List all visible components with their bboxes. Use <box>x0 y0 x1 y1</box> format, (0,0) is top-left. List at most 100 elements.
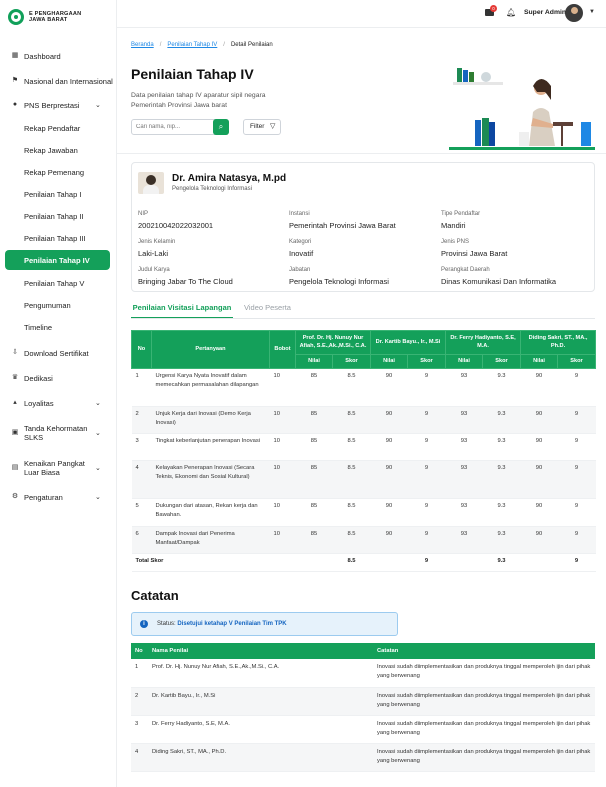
breadcrumb-separator: / <box>159 42 162 48</box>
section-divider <box>117 153 606 154</box>
notification-badge: 0 <box>490 5 497 12</box>
sidebar-item-rekap-pemenang[interactable]: Rekap Pemenang <box>0 162 117 182</box>
caret-down-icon[interactable]: ▼ <box>589 9 595 15</box>
page-title: Penilaian Tahap IV <box>131 66 254 82</box>
total-row: Total Skor 8.5 9 9.3 9 <box>131 553 596 572</box>
sidebar-item-kenaikan-pangkat[interactable]: ▤ Kenaikan Pangkat Luar Biasa ⌄ <box>0 453 117 483</box>
tab-visitasi[interactable]: Penilaian Visitasi Lapangan <box>131 303 233 319</box>
sidebar-item-nasional[interactable]: ⚑ Nasional dan Internasional <box>0 71 117 91</box>
search-button[interactable]: ⌕ <box>213 119 229 135</box>
table-row: 2 Dr. Kartib Bayu., Ir., M.Si Inovasi su… <box>131 687 595 716</box>
sidebar-item-penilaian-tahap-2[interactable]: Penilaian Tahap II <box>0 206 117 226</box>
col-nilai: Nilai <box>445 354 483 369</box>
col-nilai: Nilai <box>295 354 333 369</box>
col-skor: Skor <box>332 354 371 369</box>
col-skor: Skor <box>557 354 596 369</box>
sidebar: E PENGHARGAAN JAWA BARAT ▦ Dashboard ⚑ N… <box>0 0 117 787</box>
logo-icon <box>8 9 24 25</box>
badge-icon: ▣ <box>11 429 19 436</box>
chevron-down-icon: ⌄ <box>95 494 101 501</box>
dashboard-icon: ▦ <box>11 52 19 59</box>
page-description: Data penilaian tahap IV aparatur sipil n… <box>131 92 266 109</box>
col-question: Pertanyaan <box>151 330 270 369</box>
sidebar-item-timeline[interactable]: Timeline <box>0 317 117 337</box>
table-row: 5 Dukungan dari atasan, Rekan kerja dan … <box>131 498 596 527</box>
table-row: 2 Unjuk Kerja dari Inovasi (Demo Kerja I… <box>131 406 596 434</box>
col-skor: Skor <box>407 354 446 369</box>
sidebar-item-tanda-kehormatan[interactable]: ▣ Tanda Kehormatan SLKS ⌄ <box>0 418 117 448</box>
field-kategori: Kategori Inovatif <box>289 239 314 258</box>
sidebar-item-dedikasi[interactable]: ♛ Dedikasi <box>0 368 117 388</box>
field-jenis-pns: Jenis PNS Provinsi Jawa Barat <box>441 239 508 258</box>
breadcrumb: Beranda / Penilaian Tahap IV / Detail Penila… <box>131 42 273 48</box>
search-icon: ⌕ <box>218 122 224 131</box>
col-nilai: Nilai <box>370 354 408 369</box>
table-row: 6 Dampak Inovasi dari Penerima Manfaat/D… <box>131 526 596 554</box>
info-icon: i <box>140 620 148 628</box>
logo-line-2: JAWA BARAT <box>29 17 68 23</box>
settings-icon: ⚙ <box>11 493 19 500</box>
col-weight: Bobot <box>269 330 296 369</box>
sidebar-item-loyalitas[interactable]: ▴ Loyalitas ⌄ <box>0 393 117 413</box>
notes-table: No Nama Penilai Catatan 1 Prof. Dr. Hj. … <box>131 643 595 772</box>
sidebar-item-download-sertifikat[interactable]: ⇩ Download Sertifikat <box>0 343 117 363</box>
avatar[interactable] <box>565 4 583 22</box>
user-name[interactable]: Super Admin <box>524 9 566 16</box>
breadcrumb-separator: / <box>223 42 225 48</box>
chevron-down-icon: ⌄ <box>95 430 101 437</box>
field-perangkat-daerah: Perangkat Daerah Dinas Komunikasi Dan In… <box>441 267 557 286</box>
col-no: No <box>131 330 152 369</box>
sidebar-item-rekap-jawaban[interactable]: Rekap Jawaban <box>0 140 117 160</box>
tab-bar: Penilaian Visitasi Lapangan Video Pesert… <box>131 303 595 319</box>
profile-role: Pengelola Teknologi Informasi <box>172 186 252 192</box>
status-label: Status: <box>157 621 176 627</box>
crown-icon: ♛ <box>11 374 19 381</box>
profile-photo <box>138 172 164 194</box>
col-name: Nama Penilai <box>148 643 373 659</box>
notes-title: Catatan <box>131 588 179 603</box>
status-alert: i Status: Disetujui ketahap V Penilaian … <box>131 612 398 636</box>
filter-button[interactable]: Filter ▽ <box>243 119 281 135</box>
table-row: 3 Tingkat keberlanjutan penerapan Inovas… <box>131 433 596 461</box>
col-judge-4: Diding Sakri, ST., MA., Ph.D. <box>520 330 596 355</box>
app-logo[interactable]: E PENGHARGAAN JAWA BARAT <box>8 9 81 25</box>
topbar: 0 🔔︎ Super Admin ▼ <box>117 0 606 28</box>
col-judge-2: Dr. Kartib Bayu., Ir., M.Si <box>370 330 446 355</box>
score-table: No Pertanyaan Bobot Prof. Dr. Hj. Nunuy … <box>131 330 596 572</box>
tab-underline <box>131 318 595 319</box>
table-row: 1 Prof. Dr. Hj. Nunuy Nur Afiah, S.E.,Ak… <box>131 659 595 688</box>
sidebar-item-penilaian-tahap-5[interactable]: Penilaian Tahap V <box>0 273 117 293</box>
sidebar-item-penilaian-tahap-3[interactable]: Penilaian Tahap III <box>0 228 117 248</box>
sidebar-item-penilaian-tahap-1[interactable]: Penilaian Tahap I <box>0 184 117 204</box>
rank-icon: ▤ <box>11 464 19 471</box>
sidebar-item-penilaian-tahap-4[interactable]: Penilaian Tahap IV <box>5 250 110 270</box>
tab-video[interactable]: Video Peserta <box>244 303 291 319</box>
sidebar-item-pengumuman[interactable]: Pengumuman <box>0 295 117 315</box>
filter-icon: ▽ <box>270 123 276 130</box>
profile-name: Dr. Amira Natasya, M.pd <box>172 173 287 184</box>
chart-icon: ▴ <box>13 399 17 406</box>
download-icon: ⇩ <box>12 349 18 356</box>
field-jabatan: Jabatan Pengelola Teknologi Informasi <box>289 267 389 286</box>
breadcrumb-parent[interactable]: Penilaian Tahap IV <box>167 42 217 48</box>
profile-card: Dr. Amira Natasya, M.pd Pengelola Teknol… <box>131 162 595 292</box>
field-tipe-pendaftar: Tipe Pendaftar Mandiri <box>441 211 481 230</box>
sidebar-item-dashboard[interactable]: ▦ Dashboard <box>0 46 117 66</box>
field-judul-karya: Judul Karya Bringing Jabar To The Cloud <box>138 267 233 286</box>
search-input[interactable] <box>136 122 211 132</box>
sidebar-item-rekap-pendaftar[interactable]: Rekap Pendaftar <box>0 118 117 138</box>
chevron-up-icon: ⌄ <box>95 102 101 109</box>
table-row: 4 Kelayakan Penerapan Inovasi (Secara Te… <box>131 460 596 499</box>
flag-icon: ⚑ <box>11 77 19 84</box>
col-skor: Skor <box>482 354 521 369</box>
sidebar-item-pns-berprestasi[interactable]: ● PNS Berprestasi ⌄ <box>0 95 117 115</box>
table-row: 4 Diding Sakri, ST., MA., Ph.D. Inovasi … <box>131 743 595 772</box>
col-judge-3: Dr. Ferry Hadiyanto, S.E, M.A. <box>445 330 521 355</box>
breadcrumb-home[interactable]: Beranda <box>131 42 154 48</box>
col-nilai: Nilai <box>520 354 558 369</box>
bell-icon[interactable]: 🔔︎ <box>506 8 516 17</box>
chevron-down-icon: ⌄ <box>95 465 101 472</box>
col-note: Catatan <box>373 643 595 659</box>
sidebar-item-pengaturan[interactable]: ⚙ Pengaturan ⌄ <box>0 487 117 507</box>
field-instansi: Instansi Pemerintah Provinsi Jawa Barat <box>289 211 396 230</box>
